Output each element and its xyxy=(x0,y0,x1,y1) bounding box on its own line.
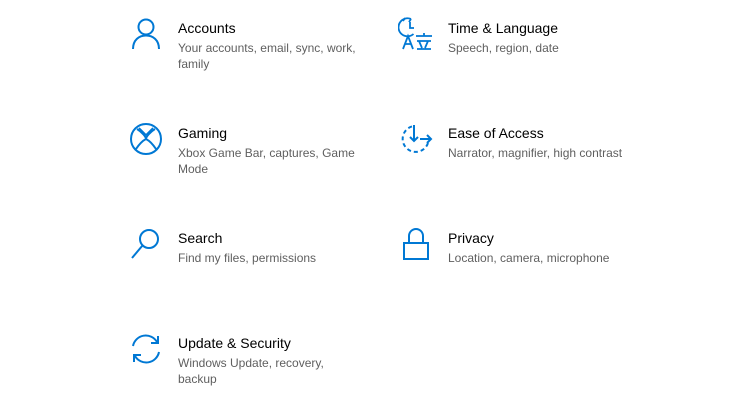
lock-icon xyxy=(398,226,434,262)
tile-title: Privacy xyxy=(448,230,494,246)
tile-gaming[interactable]: Gaming Xbox Game Bar, captures, Game Mod… xyxy=(128,121,358,177)
tile-description: Location, camera, microphone xyxy=(448,251,610,265)
tile-description: Your accounts, email, sync, work, family xyxy=(178,41,356,71)
sync-icon xyxy=(128,331,164,367)
tile-search[interactable]: Search Find my files, permissions xyxy=(128,226,358,266)
magnifier-icon xyxy=(128,226,164,262)
tile-update-security[interactable]: Update & Security Windows Update, recove… xyxy=(128,331,358,387)
time-language-icon xyxy=(398,16,434,52)
tile-title: Gaming xyxy=(178,125,228,141)
tile-ease-of-access[interactable]: Ease of Access Narrator, magnifier, high… xyxy=(398,121,628,161)
xbox-icon xyxy=(128,121,164,157)
tile-title: Search xyxy=(178,230,223,246)
tile-accounts[interactable]: Accounts Your accounts, email, sync, wor… xyxy=(128,16,358,72)
settings-grid: Accounts Your accounts, email, sync, wor… xyxy=(0,0,750,400)
person-icon xyxy=(128,16,164,52)
tile-time-language[interactable]: Time & Language Speech, region, date xyxy=(398,16,628,56)
tile-description: Speech, region, date xyxy=(448,41,559,55)
tile-description: Windows Update, recovery, backup xyxy=(178,356,324,386)
tile-description: Xbox Game Bar, captures, Game Mode xyxy=(178,146,355,176)
tile-title: Accounts xyxy=(178,20,236,36)
ease-of-access-icon xyxy=(398,121,434,157)
tile-description: Find my files, permissions xyxy=(178,251,317,265)
tile-title: Ease of Access xyxy=(448,125,544,141)
tile-description: Narrator, magnifier, high contrast xyxy=(448,146,623,160)
tile-title: Update & Security xyxy=(178,335,291,351)
tile-privacy[interactable]: Privacy Location, camera, microphone xyxy=(398,226,628,266)
tile-title: Time & Language xyxy=(448,20,558,36)
